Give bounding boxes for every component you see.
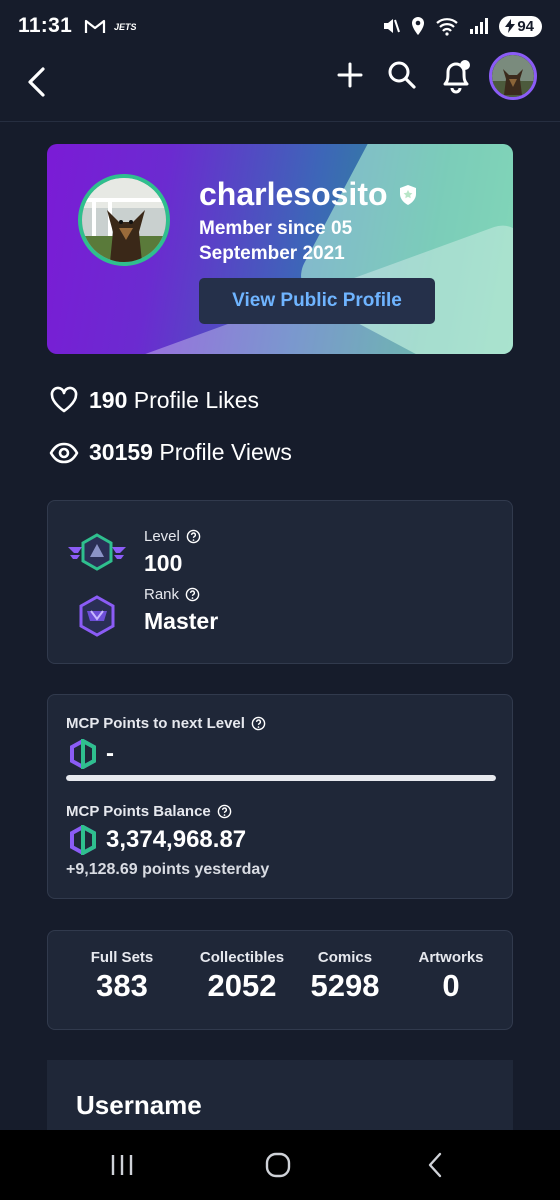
bolt-icon — [505, 19, 516, 33]
views-label: Profile Views — [159, 439, 292, 465]
verified-badge-icon — [399, 184, 416, 205]
help-icon[interactable] — [186, 529, 201, 544]
mcp-balance-row: 3,374,968.87 — [68, 825, 246, 855]
count-full-sets: Full Sets 383 — [48, 949, 196, 1004]
wifi-icon — [436, 18, 459, 36]
back-icon — [428, 1152, 442, 1178]
level-badge-icon — [68, 533, 126, 571]
profile-banner: charlesosito Member since 05 September 2… — [47, 144, 513, 354]
user-avatar[interactable] — [489, 52, 537, 100]
mcp-coin-icon — [70, 825, 96, 855]
level-value: 100 — [144, 550, 183, 576]
mcp-yesterday: +9,128.69 points yesterday — [66, 861, 270, 878]
home-button[interactable] — [263, 1152, 293, 1178]
home-icon — [265, 1152, 291, 1178]
views-count: 30159 — [89, 439, 153, 465]
profile-avatar — [78, 174, 170, 266]
app-bar — [0, 52, 560, 122]
help-icon[interactable] — [185, 587, 200, 602]
search-button[interactable] — [385, 58, 419, 92]
signal-icon — [470, 18, 489, 34]
plus-icon — [337, 62, 363, 88]
level-progress-bar — [66, 775, 496, 781]
count-value: 2052 — [207, 968, 277, 1003]
mcp-next-label-row: MCP Points to next Level — [66, 715, 266, 732]
count-value: 0 — [442, 968, 460, 1003]
help-icon[interactable] — [217, 804, 232, 819]
recent-apps-icon — [111, 1155, 133, 1175]
mcp-balance-label: MCP Points Balance — [66, 803, 211, 820]
mcp-points-card: MCP Points to next Level - MCP Points Ba… — [47, 694, 513, 899]
username-section-title: Username — [76, 1090, 202, 1120]
view-public-profile-button[interactable]: View Public Profile — [199, 278, 435, 324]
add-button[interactable] — [333, 58, 367, 92]
mcp-balance-value: 3,374,968.87 — [106, 826, 247, 853]
rank-label: Rank — [144, 586, 180, 603]
count-label: Artworks — [418, 949, 484, 966]
likes-label: Profile Likes — [133, 386, 260, 413]
battery-level: 94 — [517, 17, 534, 35]
back-button[interactable] — [18, 62, 54, 102]
level-rank-card: Level 100 Rank Master — [47, 500, 513, 664]
collection-counts-card: Full Sets 383 Collectibles 2052 Comics 5… — [47, 930, 513, 1030]
dog-photo-image — [82, 178, 166, 262]
mcp-next-row: - — [68, 739, 114, 769]
gmail-icon — [84, 19, 106, 33]
profile-username-row: charlesosito — [199, 176, 418, 213]
likes-count: 190 — [89, 386, 128, 413]
count-label: Comics — [317, 949, 373, 966]
count-comics: Comics 5298 — [288, 949, 402, 1004]
mcp-coin-icon — [70, 739, 96, 769]
battery-indicator: 94 — [499, 15, 542, 37]
rank-value: Master — [144, 608, 219, 634]
notifications-button[interactable] — [438, 56, 474, 94]
location-icon — [412, 17, 425, 35]
eye-icon — [49, 442, 79, 463]
count-collectibles: Collectibles 2052 — [196, 949, 288, 1004]
profile-views: 30159 Profile Views — [49, 439, 292, 466]
sports-app-icon: JETS — [114, 22, 136, 32]
profile-username: charlesosito — [199, 176, 388, 212]
count-label: Collectibles — [199, 949, 285, 966]
dog-avatar-image — [492, 55, 534, 97]
count-artworks: Artworks 0 — [402, 949, 500, 1004]
system-back-button[interactable] — [420, 1152, 450, 1178]
system-nav-bar — [0, 1130, 560, 1200]
level-label-row: Level — [144, 528, 201, 545]
svg-text:JETS: JETS — [114, 22, 136, 32]
chevron-left-icon — [28, 67, 45, 97]
level-progress-fill — [66, 775, 496, 781]
status-bar: 11:31 JETS 94 — [0, 0, 560, 52]
help-icon[interactable] — [251, 716, 266, 731]
mcp-next-value: - — [106, 740, 114, 767]
mcp-next-label: MCP Points to next Level — [66, 715, 245, 732]
mute-icon — [384, 19, 401, 33]
count-label: Full Sets — [90, 949, 154, 966]
bell-icon — [443, 60, 470, 94]
recent-apps-button[interactable] — [107, 1152, 137, 1178]
search-icon — [388, 61, 416, 89]
level-label: Level — [144, 528, 180, 545]
heart-icon — [50, 386, 78, 413]
rank-label-row: Rank — [144, 586, 200, 603]
count-value: 5298 — [310, 968, 380, 1003]
rank-badge-icon — [79, 595, 115, 637]
status-time: 11:31 — [18, 14, 73, 37]
counts-row: Full Sets 383 Collectibles 2052 Comics 5… — [48, 949, 514, 1004]
member-since: Member since 05 September 2021 — [199, 218, 353, 264]
mcp-balance-label-row: MCP Points Balance — [66, 803, 232, 820]
profile-likes: 190 Profile Likes — [49, 386, 259, 414]
count-value: 383 — [96, 968, 148, 1003]
